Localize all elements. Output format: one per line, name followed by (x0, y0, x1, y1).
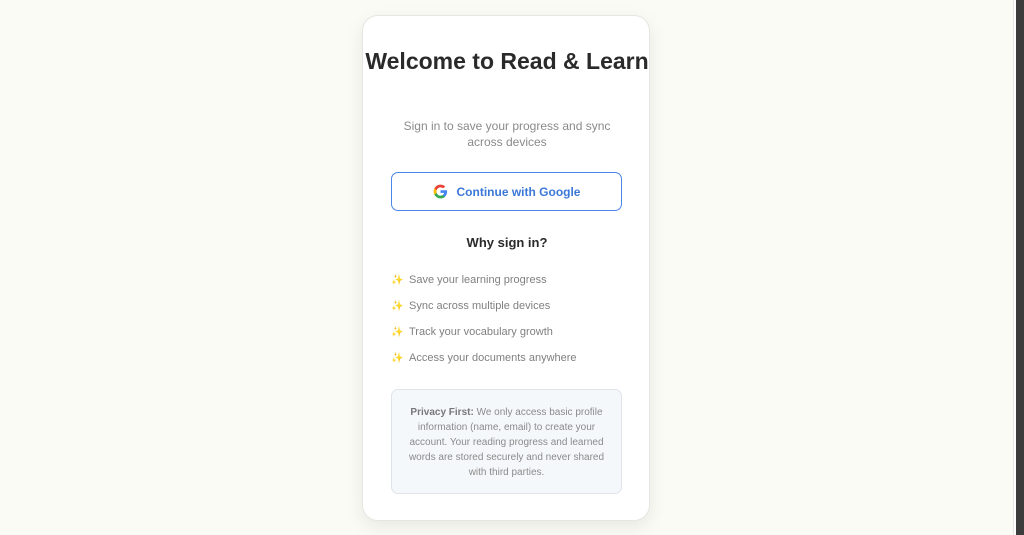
list-item: ✨ Access your documents anywhere (391, 345, 623, 371)
list-item: ✨ Sync across multiple devices (391, 293, 623, 319)
benefits-list: ✨ Save your learning progress ✨ Sync acr… (391, 267, 623, 371)
sparkle-icon: ✨ (391, 274, 404, 286)
benefit-label: Save your learning progress (409, 274, 547, 286)
list-item: ✨ Track your vocabulary growth (391, 319, 623, 345)
continue-with-google-button[interactable]: Continue with Google (391, 172, 622, 211)
sign-in-card: Welcome to Read & Learn Sign in to save … (362, 15, 650, 521)
page-subtitle: Sign in to save your progress and sync a… (403, 119, 611, 149)
benefit-label: Access your documents anywhere (409, 352, 577, 364)
page-title: Welcome to Read & Learn (365, 48, 649, 74)
scrollbar-thumb[interactable] (1016, 0, 1024, 535)
privacy-label: Privacy First: (410, 407, 474, 418)
privacy-notice: Privacy First: We only access basic prof… (391, 389, 622, 494)
why-sign-in-heading: Why sign in? (466, 235, 548, 250)
list-item: ✨ Save your learning progress (391, 267, 623, 293)
benefit-label: Sync across multiple devices (409, 300, 551, 312)
sparkle-icon: ✨ (391, 326, 404, 338)
sparkle-icon: ✨ (391, 300, 404, 312)
google-button-label: Continue with Google (456, 184, 581, 199)
scrollbar[interactable] (1013, 0, 1024, 535)
google-g-icon (433, 184, 447, 199)
benefit-label: Track your vocabulary growth (409, 326, 553, 338)
sparkle-icon: ✨ (391, 352, 404, 364)
